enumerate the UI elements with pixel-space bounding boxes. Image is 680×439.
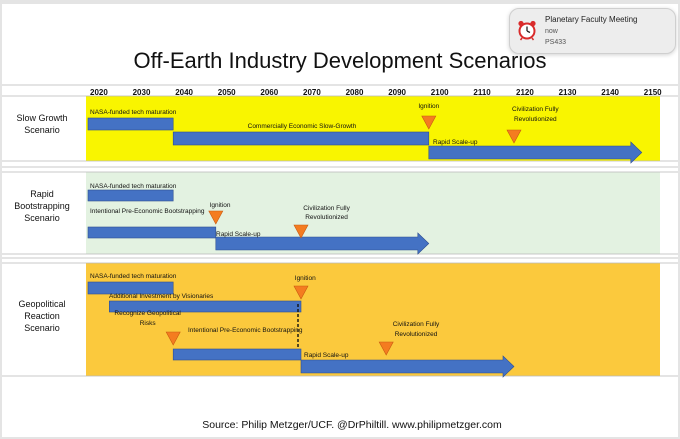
scenario-name-line: Rapid [30, 189, 54, 199]
year-label: 2120 [516, 88, 534, 97]
phase-label: NASA-funded tech maturation [90, 183, 177, 190]
notification-time: now [545, 28, 558, 35]
scenario-timeline-diagram: Off-Earth Industry Development Scenarios… [2, 48, 678, 431]
scenario-name-line: Reaction [24, 311, 60, 321]
slide: Off-Earth Industry Development Scenarios… [2, 4, 678, 437]
milestone-label: Ignition [418, 103, 439, 110]
phase-label: Intentional Pre-Economic Bootstrapping [90, 208, 205, 215]
year-label: 2150 [644, 88, 662, 97]
phase-label: NASA-funded tech maturation [90, 273, 177, 280]
milestone-label: Revolutionized [514, 116, 557, 123]
year-label: 2040 [175, 88, 193, 97]
phase-label: NASA-funded tech maturation [90, 109, 177, 116]
phase-bar [172, 131, 430, 146]
milestone-label: Civilization Fully [303, 205, 350, 212]
milestone-label: Recognize Geopolitical [114, 310, 181, 317]
year-label: 2110 [473, 88, 491, 97]
phase-label: Rapid Scale-up [216, 231, 261, 238]
notification-banner[interactable]: Planetary Faculty Meeting now PS433 [509, 8, 676, 54]
phase-bar [87, 117, 174, 131]
year-label: 2030 [133, 88, 151, 97]
scenario-name-line: Scenario [24, 213, 60, 223]
notification-subtitle: PS433 [545, 39, 567, 46]
year-label: 2090 [388, 88, 406, 97]
milestone-label: Ignition [210, 202, 231, 209]
scenario-name-line: Geopolitical [18, 299, 65, 309]
year-label: 2070 [303, 88, 321, 97]
scenario-name-line: Scenario [24, 323, 60, 333]
milestone-label: Revolutionized [395, 331, 438, 338]
year-label: 2020 [90, 88, 108, 97]
phase-label: Rapid Scale-up [433, 139, 478, 146]
alarm-clock-icon [518, 20, 536, 41]
year-label: 2050 [218, 88, 236, 97]
phase-bar [172, 348, 302, 361]
year-label: 2100 [431, 88, 449, 97]
milestone-label: Civilization Fully [512, 106, 559, 113]
year-label: 2130 [559, 88, 577, 97]
phase-label: Intentional Pre-Economic Bootstrapping [188, 327, 303, 334]
year-label: 2060 [260, 88, 278, 97]
scenario-name-line: Bootstrapping [14, 201, 70, 211]
year-label: 2080 [346, 88, 364, 97]
phase-bar [87, 189, 174, 202]
scenario-labels: Slow Growth Scenario Rapid Bootstrapping Sce… [14, 113, 70, 333]
scenario-name-line: Scenario [24, 125, 60, 135]
phase-label: Commercially Economic Slow-Growth [248, 123, 357, 130]
notification-title: Planetary Faculty Meeting [545, 15, 638, 24]
phase-label: Rapid Scale-up [304, 352, 349, 359]
phase-bar [87, 226, 217, 239]
milestone-label: Risks [140, 320, 157, 327]
year-label: 2140 [601, 88, 619, 97]
milestone-label: Civilization Fully [393, 321, 440, 328]
milestone-label: Revolutionized [305, 214, 348, 221]
slide-title: Off-Earth Industry Development Scenarios [134, 48, 547, 73]
phase-label: Additional Investment by Visionaries [109, 293, 214, 300]
milestone-label: Ignition [295, 275, 316, 282]
source-credit: Source: Philip Metzger/UCF. @DrPhiltill.… [202, 419, 502, 431]
scenario-name-line: Slow Growth [16, 113, 67, 123]
